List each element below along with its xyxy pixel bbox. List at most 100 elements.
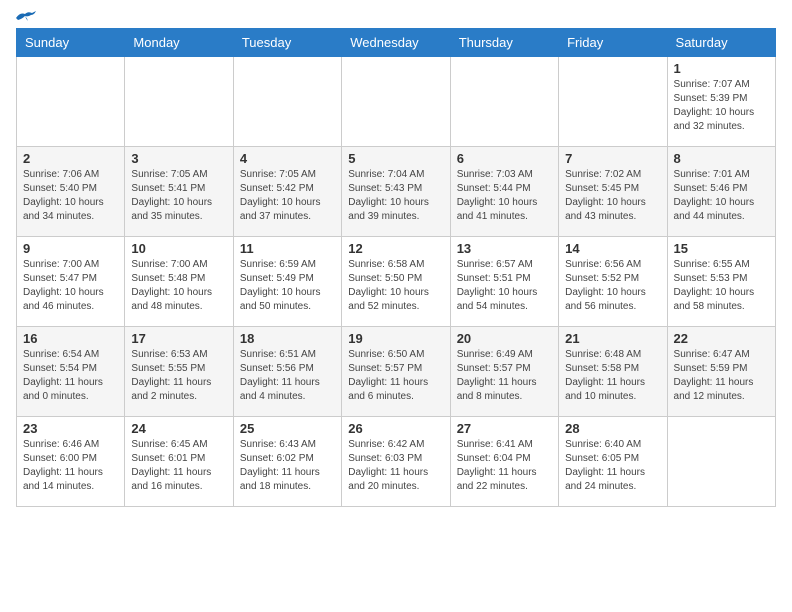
day-number: 13 — [457, 241, 552, 256]
day-info: Sunrise: 7:02 AM Sunset: 5:45 PM Dayligh… — [565, 168, 660, 224]
day-number: 25 — [240, 421, 335, 436]
day-number: 6 — [457, 151, 552, 166]
calendar-header-row: SundayMondayTuesdayWednesdayThursdayFrid… — [17, 29, 776, 57]
calendar-cell: 27 Sunrise: 6:41 AM Sunset: 6:04 PM Dayli… — [450, 417, 558, 507]
calendar-cell: 4 Sunrise: 7:05 AM Sunset: 5:42 PM Daylig… — [233, 147, 341, 237]
logo-bird-icon — [14, 10, 36, 26]
calendar-cell: 14 Sunrise: 6:56 AM Sunset: 5:52 PM Dayli… — [559, 237, 667, 327]
day-info: Sunrise: 7:05 AM Sunset: 5:41 PM Dayligh… — [131, 168, 226, 224]
day-info: Sunrise: 7:05 AM Sunset: 5:42 PM Dayligh… — [240, 168, 335, 224]
calendar-cell: 25 Sunrise: 6:43 AM Sunset: 6:02 PM Dayli… — [233, 417, 341, 507]
calendar-cell: 2 Sunrise: 7:06 AM Sunset: 5:40 PM Daylig… — [17, 147, 125, 237]
calendar-cell: 26 Sunrise: 6:42 AM Sunset: 6:03 PM Dayli… — [342, 417, 450, 507]
calendar-week-row: 23Sunrise: 6:46 AM Sunset: 6:00 PM Dayli… — [17, 417, 776, 507]
day-info: Sunrise: 7:03 AM Sunset: 5:44 PM Dayligh… — [457, 168, 552, 224]
day-info: Sunrise: 6:42 AM Sunset: 6:03 PM Dayligh… — [348, 438, 443, 494]
day-info: Sunrise: 6:47 AM Sunset: 5:59 PM Dayligh… — [674, 348, 769, 404]
day-number: 21 — [565, 331, 660, 346]
calendar-cell: 12 Sunrise: 6:58 AM Sunset: 5:50 PM Dayli… — [342, 237, 450, 327]
weekday-header-saturday: Saturday — [667, 29, 775, 57]
day-info: Sunrise: 6:59 AM Sunset: 5:49 PM Dayligh… — [240, 258, 335, 314]
day-info: Sunrise: 7:06 AM Sunset: 5:40 PM Dayligh… — [23, 168, 118, 224]
day-number: 11 — [240, 241, 335, 256]
weekday-header-tuesday: Tuesday — [233, 29, 341, 57]
day-info: Sunrise: 6:53 AM Sunset: 5:55 PM Dayligh… — [131, 348, 226, 404]
day-info: Sunrise: 6:54 AM Sunset: 5:54 PM Dayligh… — [23, 348, 118, 404]
calendar-cell: 1 Sunrise: 7:07 AM Sunset: 5:39 PM Daylig… — [667, 57, 775, 147]
calendar-week-row: 9 Sunrise: 7:00 AM Sunset: 5:47 PM Daylig… — [17, 237, 776, 327]
day-info: Sunrise: 7:00 AM Sunset: 5:48 PM Dayligh… — [131, 258, 226, 314]
calendar-cell — [233, 57, 341, 147]
weekday-header-sunday: Sunday — [17, 29, 125, 57]
calendar-cell: 19 Sunrise: 6:50 AM Sunset: 5:57 PM Dayli… — [342, 327, 450, 417]
calendar-cell: 13 Sunrise: 6:57 AM Sunset: 5:51 PM Dayli… — [450, 237, 558, 327]
weekday-header-thursday: Thursday — [450, 29, 558, 57]
day-number: 1 — [674, 61, 769, 76]
day-number: 19 — [348, 331, 443, 346]
calendar-cell — [125, 57, 233, 147]
calendar-cell: 24 Sunrise: 6:45 AM Sunset: 6:01 PM Dayli… — [125, 417, 233, 507]
day-number: 18 — [240, 331, 335, 346]
day-number: 2 — [23, 151, 118, 166]
calendar-cell: 5 Sunrise: 7:04 AM Sunset: 5:43 PM Daylig… — [342, 147, 450, 237]
calendar-cell: 22 Sunrise: 6:47 AM Sunset: 5:59 PM Dayli… — [667, 327, 775, 417]
day-number: 9 — [23, 241, 118, 256]
calendar-cell: 28 Sunrise: 6:40 AM Sunset: 6:05 PM Dayli… — [559, 417, 667, 507]
day-number: 14 — [565, 241, 660, 256]
calendar-cell: 10 Sunrise: 7:00 AM Sunset: 5:48 PM Dayli… — [125, 237, 233, 327]
day-number: 27 — [457, 421, 552, 436]
day-info: Sunrise: 6:58 AM Sunset: 5:50 PM Dayligh… — [348, 258, 443, 314]
calendar-cell: 15 Sunrise: 6:55 AM Sunset: 5:53 PM Dayli… — [667, 237, 775, 327]
calendar-cell: 21 Sunrise: 6:48 AM Sunset: 5:58 PM Dayli… — [559, 327, 667, 417]
day-number: 20 — [457, 331, 552, 346]
day-number: 5 — [348, 151, 443, 166]
calendar-week-row: 2 Sunrise: 7:06 AM Sunset: 5:40 PM Daylig… — [17, 147, 776, 237]
day-info: Sunrise: 6:55 AM Sunset: 5:53 PM Dayligh… — [674, 258, 769, 314]
calendar-cell — [559, 57, 667, 147]
day-number: 3 — [131, 151, 226, 166]
day-number: 12 — [348, 241, 443, 256]
day-number: 10 — [131, 241, 226, 256]
calendar-cell — [450, 57, 558, 147]
day-number: 15 — [674, 241, 769, 256]
day-info: Sunrise: 6:43 AM Sunset: 6:02 PM Dayligh… — [240, 438, 335, 494]
day-number: 16 — [23, 331, 118, 346]
day-info: Sunrise: 6:45 AM Sunset: 6:01 PM Dayligh… — [131, 438, 226, 494]
calendar-cell: 18 Sunrise: 6:51 AM Sunset: 5:56 PM Dayli… — [233, 327, 341, 417]
day-info: Sunrise: 7:00 AM Sunset: 5:47 PM Dayligh… — [23, 258, 118, 314]
day-info: Sunrise: 6:50 AM Sunset: 5:57 PM Dayligh… — [348, 348, 443, 404]
calendar-cell: 8 Sunrise: 7:01 AM Sunset: 5:46 PM Daylig… — [667, 147, 775, 237]
calendar-cell — [17, 57, 125, 147]
calendar-cell — [667, 417, 775, 507]
day-info: Sunrise: 7:04 AM Sunset: 5:43 PM Dayligh… — [348, 168, 443, 224]
day-info: Sunrise: 7:07 AM Sunset: 5:39 PM Dayligh… — [674, 78, 769, 134]
calendar-week-row: 1 Sunrise: 7:07 AM Sunset: 5:39 PM Daylig… — [17, 57, 776, 147]
calendar-cell — [342, 57, 450, 147]
weekday-header-friday: Friday — [559, 29, 667, 57]
day-number: 7 — [565, 151, 660, 166]
calendar-cell: 20Sunrise: 6:49 AM Sunset: 5:57 PM Dayli… — [450, 327, 558, 417]
weekday-header-wednesday: Wednesday — [342, 29, 450, 57]
day-number: 24 — [131, 421, 226, 436]
day-info: Sunrise: 6:51 AM Sunset: 5:56 PM Dayligh… — [240, 348, 335, 404]
calendar-table: SundayMondayTuesdayWednesdayThursdayFrid… — [16, 28, 776, 507]
day-number: 22 — [674, 331, 769, 346]
calendar-cell: 6 Sunrise: 7:03 AM Sunset: 5:44 PM Daylig… — [450, 147, 558, 237]
day-info: Sunrise: 6:41 AM Sunset: 6:04 PM Dayligh… — [457, 438, 552, 494]
calendar-week-row: 16 Sunrise: 6:54 AM Sunset: 5:54 PM Dayli… — [17, 327, 776, 417]
weekday-header-monday: Monday — [125, 29, 233, 57]
day-number: 8 — [674, 151, 769, 166]
day-info: Sunrise: 6:40 AM Sunset: 6:05 PM Dayligh… — [565, 438, 660, 494]
day-number: 26 — [348, 421, 443, 436]
calendar-cell: 17 Sunrise: 6:53 AM Sunset: 5:55 PM Dayli… — [125, 327, 233, 417]
day-info: Sunrise: 6:56 AM Sunset: 5:52 PM Dayligh… — [565, 258, 660, 314]
day-info: Sunrise: 6:48 AM Sunset: 5:58 PM Dayligh… — [565, 348, 660, 404]
day-number: 28 — [565, 421, 660, 436]
day-info: Sunrise: 7:01 AM Sunset: 5:46 PM Dayligh… — [674, 168, 769, 224]
calendar-cell: 7 Sunrise: 7:02 AM Sunset: 5:45 PM Daylig… — [559, 147, 667, 237]
calendar-cell: 9 Sunrise: 7:00 AM Sunset: 5:47 PM Daylig… — [17, 237, 125, 327]
calendar-cell: 11 Sunrise: 6:59 AM Sunset: 5:49 PM Dayli… — [233, 237, 341, 327]
day-number: 17 — [131, 331, 226, 346]
day-number: 4 — [240, 151, 335, 166]
day-info: Sunrise: 6:57 AM Sunset: 5:51 PM Dayligh… — [457, 258, 552, 314]
